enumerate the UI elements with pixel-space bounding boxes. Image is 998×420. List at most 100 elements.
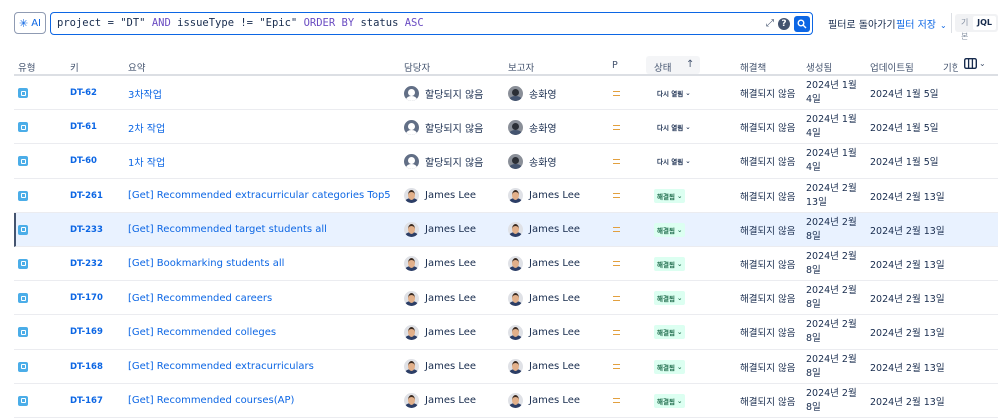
created-cell: 2024년 2월 8일 [806, 216, 857, 242]
issue-summary-link[interactable]: [Get] Recommended careers [128, 281, 272, 315]
assignee-cell[interactable]: James Lee [404, 179, 476, 213]
table-row[interactable]: DT-169 [Get] Recommended colleges James … [14, 315, 998, 350]
avatar [404, 153, 419, 169]
issue-summary-link[interactable]: [Get] Recommended extracurricular catego… [128, 179, 391, 213]
status-cell: 해결됨 ⌄ [654, 315, 686, 349]
status-dropdown[interactable]: 해결됨 ⌄ [654, 325, 686, 340]
status-dropdown[interactable]: 해결됨 ⌄ [654, 291, 686, 306]
reporter-cell[interactable]: James Lee [508, 281, 580, 315]
issue-key-link[interactable]: DT-60 [70, 144, 97, 178]
table-row[interactable]: DT-233 [Get] Recommended target students… [14, 212, 998, 247]
table-row[interactable]: DT-61 2차 작업 할당되지 않음 송화영 다시 열림 ⌄ 해결되지 않음 … [14, 110, 998, 145]
status-dropdown[interactable]: 해결됨 ⌄ [654, 359, 686, 374]
reporter-cell[interactable]: James Lee [508, 179, 580, 213]
issue-summary-link[interactable]: [Get] Recommended colleges [128, 315, 276, 349]
status-dropdown[interactable]: 다시 열림 ⌄ [654, 86, 694, 100]
reporter-cell[interactable]: James Lee [508, 213, 580, 247]
reporter-cell[interactable]: James Lee [508, 350, 580, 384]
assignee-cell[interactable]: James Lee [404, 213, 476, 247]
issue-summary-link[interactable]: [Get] Recommended target students all [128, 213, 327, 247]
assignee-cell[interactable]: James Lee [404, 350, 476, 384]
table-row[interactable]: DT-170 [Get] Recommended careers James L… [14, 281, 998, 316]
assignee-cell[interactable]: 할당되지 않음 [404, 110, 483, 144]
reporter-cell[interactable]: 송화영 [508, 144, 557, 178]
issue-summary-link[interactable]: 1차 작업 [128, 144, 165, 178]
assignee-cell[interactable]: James Lee [404, 281, 476, 315]
assignee-name: James Lee [425, 258, 477, 270]
priority-cell[interactable] [613, 144, 620, 178]
table-row[interactable]: DT-261 [Get] Recommended extracurricular… [14, 179, 998, 213]
assignee-cell[interactable]: James Lee [404, 247, 476, 281]
column-header-priority[interactable]: P [612, 60, 618, 71]
ai-button[interactable]: ✳ AI [14, 12, 46, 34]
status-cell: 다시 열림 ⌄ [654, 144, 694, 178]
priority-cell[interactable] [613, 384, 620, 418]
column-header-due[interactable]: 기한 [943, 60, 958, 74]
jql-mode-option[interactable]: JQL [973, 16, 996, 30]
column-header-status[interactable]: 상태 ↑ [646, 56, 700, 74]
reporter-cell[interactable]: James Lee [508, 315, 580, 349]
table-row[interactable]: DT-60 1차 작업 할당되지 않음 송화영 다시 열림 ⌄ 해결되지 않음 … [14, 144, 998, 179]
status-dropdown[interactable]: 해결됨 ⌄ [654, 256, 686, 271]
assignee-cell[interactable]: James Lee [404, 315, 476, 349]
issue-summary-link[interactable]: 2차 작업 [128, 110, 165, 144]
table-header: 유형 키 요약 담당자 보고자 P 상태 ↑ 해결책 생성됨 업데이트됨 기한 … [14, 56, 998, 76]
column-header-key[interactable]: 키 [70, 60, 79, 74]
created-cell: 2024년 1월 4일 [806, 148, 857, 174]
reporter-cell[interactable]: 송화영 [508, 110, 557, 144]
priority-medium-icon [613, 364, 620, 369]
issue-key-link[interactable]: DT-261 [70, 179, 103, 213]
issue-key-link[interactable]: DT-170 [70, 281, 103, 315]
save-filter-button[interactable]: 필터 저장 ⌄ [896, 16, 947, 31]
chevron-down-icon: ⌄ [676, 191, 683, 200]
column-header-type[interactable]: 유형 [18, 60, 35, 74]
reporter-cell[interactable]: James Lee [508, 247, 580, 281]
help-icon[interactable]: ? [778, 17, 790, 30]
issue-key-link[interactable]: DT-169 [70, 315, 103, 349]
priority-cell[interactable] [613, 213, 620, 247]
assignee-cell[interactable]: 할당되지 않음 [404, 144, 483, 178]
table-row[interactable]: DT-168 [Get] Recommended extracurricular… [14, 350, 998, 384]
issue-key-link[interactable]: DT-167 [70, 384, 103, 418]
table-row[interactable]: DT-232 [Get] Bookmarking students all Ja… [14, 247, 998, 282]
status-dropdown[interactable]: 다시 열림 ⌄ [654, 154, 694, 169]
issue-key-link[interactable]: DT-61 [70, 110, 97, 144]
issue-summary-link[interactable]: [Get] Recommended extracurriculars [128, 350, 314, 384]
assignee-cell[interactable]: 할당되지 않음 [404, 76, 483, 110]
issue-key-link[interactable]: DT-232 [70, 247, 103, 281]
issue-summary-link[interactable]: [Get] Bookmarking students all [128, 247, 284, 281]
priority-cell[interactable] [613, 179, 620, 213]
status-dropdown[interactable]: 해결됨 ⌄ [654, 222, 686, 237]
issue-key-link[interactable]: DT-168 [70, 350, 103, 384]
column-header-resolution[interactable]: 해결책 [740, 60, 766, 74]
issue-summary-link[interactable]: [Get] Recommended courses(AP) [128, 384, 294, 418]
jql-query-input[interactable]: project = "DT" AND issueType != "Epic" O… [50, 12, 813, 35]
column-header-created[interactable]: 생성됨 [806, 60, 832, 74]
column-header-reporter[interactable]: 보고자 [508, 60, 534, 74]
column-header-summary[interactable]: 요약 [128, 60, 145, 74]
table-row[interactable]: DT-167 [Get] Recommended courses(AP) Jam… [14, 384, 998, 418]
assignee-cell[interactable]: James Lee [404, 384, 476, 418]
reporter-cell[interactable]: James Lee [508, 384, 580, 418]
expand-icon[interactable]: ⤢ [766, 13, 774, 34]
priority-cell[interactable] [613, 350, 620, 384]
priority-cell[interactable] [613, 247, 620, 281]
status-dropdown[interactable]: 다시 열림 ⌄ [654, 120, 694, 135]
priority-cell[interactable] [613, 110, 620, 144]
back-to-filter-link[interactable]: 필터로 돌아가기 [828, 16, 896, 31]
issue-key-link[interactable]: DT-62 [70, 76, 97, 110]
reporter-cell[interactable]: 송화영 [508, 76, 557, 110]
priority-cell[interactable] [613, 315, 620, 349]
priority-cell[interactable] [613, 281, 620, 315]
column-header-assignee[interactable]: 담당자 [404, 60, 430, 74]
issue-key-link[interactable]: DT-233 [70, 213, 103, 247]
column-picker-button[interactable]: ⌄ [964, 58, 986, 69]
status-dropdown[interactable]: 해결됨 ⌄ [654, 393, 686, 408]
basic-mode-option[interactable]: 기본 [957, 16, 973, 41]
priority-cell[interactable] [613, 76, 620, 110]
status-dropdown[interactable]: 해결됨 ⌄ [654, 188, 686, 203]
table-row[interactable]: DT-62 3차작업 할당되지 않음 송화영 다시 열림 ⌄ 해결되지 않음 2… [14, 76, 998, 111]
column-header-updated[interactable]: 업데이트됨 [870, 60, 914, 74]
issue-summary-link[interactable]: 3차작업 [128, 76, 162, 110]
search-button[interactable] [794, 15, 810, 32]
